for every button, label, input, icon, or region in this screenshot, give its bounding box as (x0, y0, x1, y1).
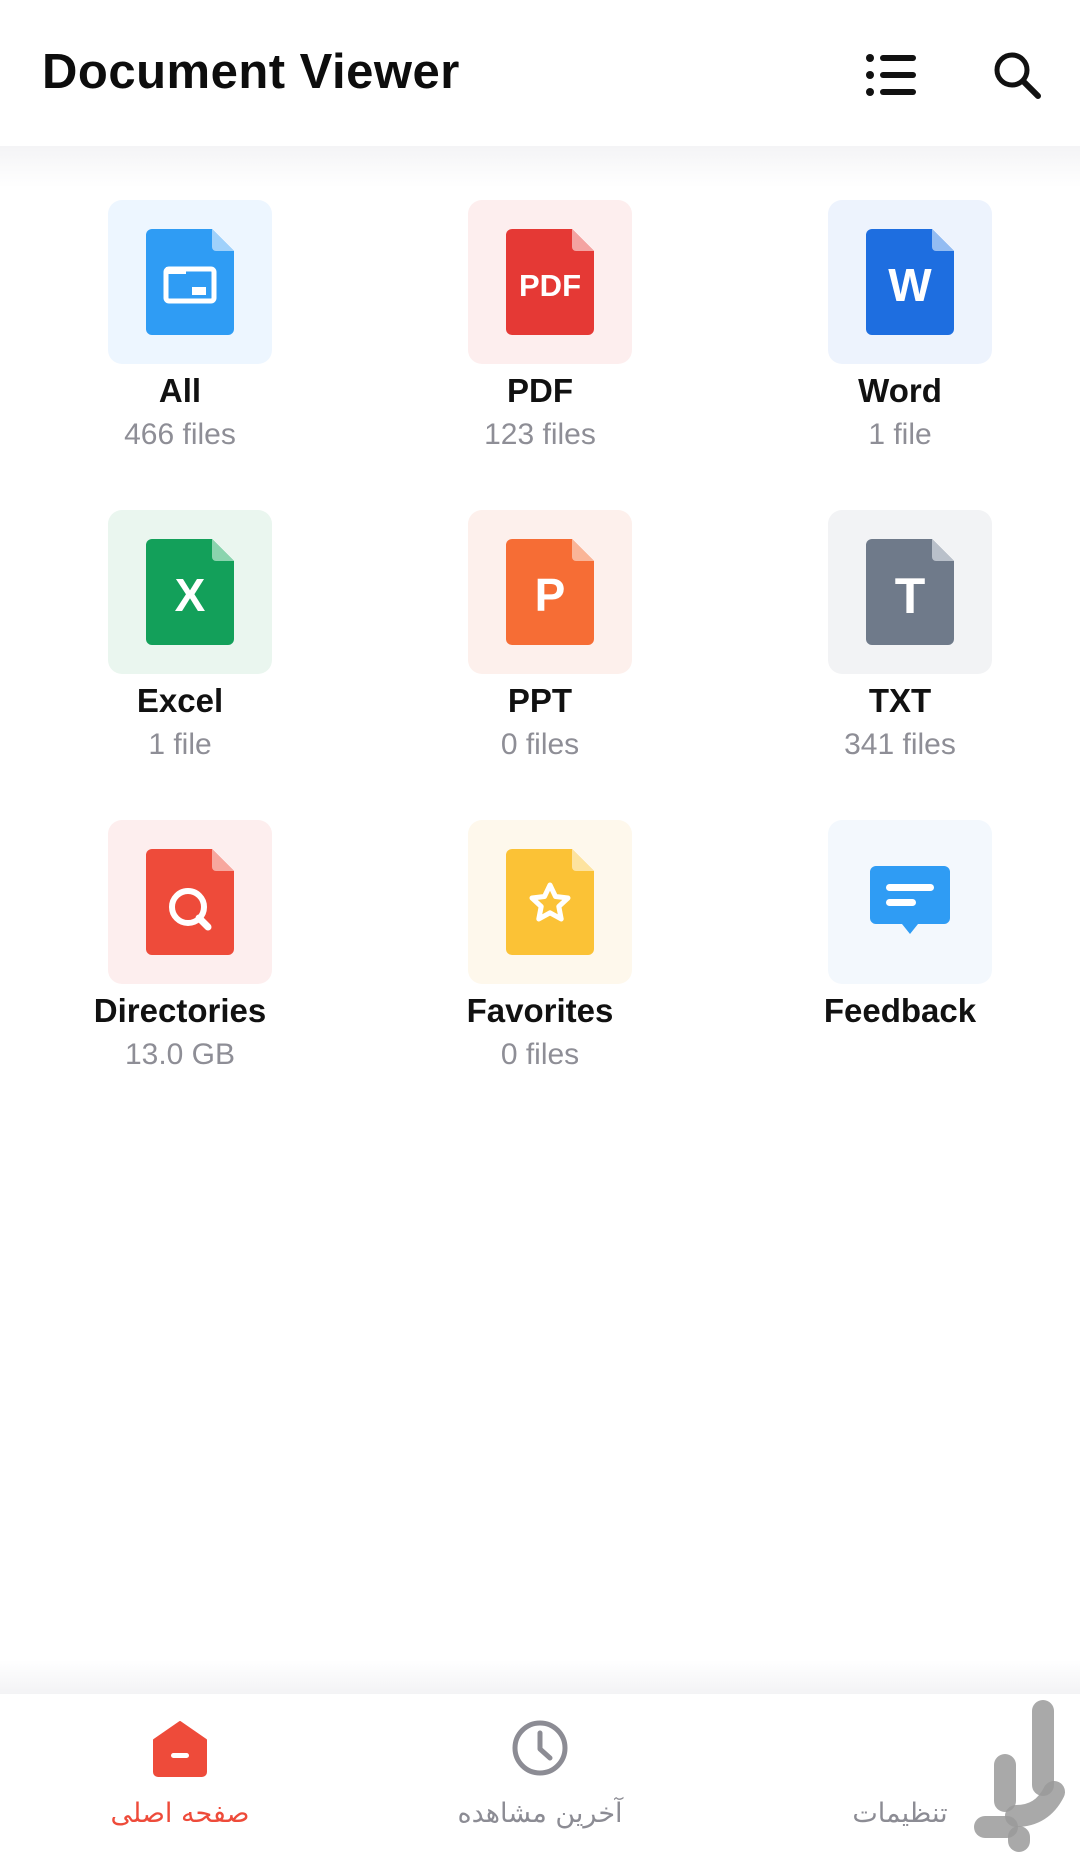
txt-glyph: T (895, 568, 926, 624)
category-icon-box (108, 200, 272, 364)
page-title: Document Viewer (42, 45, 460, 99)
category-count: 123 files (484, 418, 596, 451)
category-name: TXT (868, 682, 932, 719)
excel-glyph: X (175, 569, 206, 621)
category-favorites[interactable]: Favorites 0 files (390, 820, 690, 1110)
category-name: All (158, 372, 202, 409)
nav-recent[interactable]: آخرین مشاهده (360, 1694, 720, 1856)
pdf-file-icon: PDF (506, 229, 594, 335)
category-name: PDF (507, 372, 573, 409)
list-icon (866, 54, 916, 96)
ppt-file-icon: P (506, 539, 594, 645)
category-pdf[interactable]: PDF PDF 123 files (390, 200, 690, 490)
header-shadow (0, 146, 1080, 188)
category-count: 1 file (868, 418, 932, 451)
nav-label: صفحه اصلی (110, 1798, 250, 1829)
app-bar: Document Viewer (0, 0, 1080, 146)
category-txt[interactable]: T TXT 341 files (750, 510, 1050, 800)
category-name: Excel (136, 682, 224, 719)
ppt-glyph: P (535, 569, 566, 621)
category-count: 0 files (500, 1038, 580, 1071)
nav-home[interactable]: صفحه اصلی (0, 1694, 360, 1856)
category-excel[interactable]: X Excel 1 file (30, 510, 330, 800)
folder-file-icon (146, 229, 234, 335)
category-ppt[interactable]: P PPT 0 files (390, 510, 690, 800)
search-button[interactable] (982, 40, 1052, 110)
category-word[interactable]: W Word 1 file (750, 200, 1050, 490)
txt-file-icon: T (866, 539, 954, 645)
directory-search-icon (146, 849, 234, 955)
category-icon-box (468, 820, 632, 984)
search-icon (994, 52, 1041, 99)
category-icon-box: X (108, 510, 272, 674)
category-count: 0 files (500, 728, 580, 761)
category-count: 341 files (844, 728, 956, 761)
category-icon-box (828, 820, 992, 984)
category-icon-box: P (468, 510, 632, 674)
category-icon-box: PDF (468, 200, 632, 364)
feedback-chat-icon (870, 866, 950, 934)
category-name: Word (858, 372, 942, 409)
category-feedback[interactable]: Feedback (750, 820, 1050, 1110)
word-file-icon: W (866, 229, 954, 335)
word-glyph: W (888, 259, 932, 311)
category-name: Directories (93, 992, 267, 1029)
category-name: Feedback (823, 992, 977, 1029)
category-icon-box (108, 820, 272, 984)
store-logo-watermark (974, 1700, 1065, 1852)
category-count: 13.0 GB (124, 1038, 236, 1071)
list-view-button[interactable] (856, 40, 926, 110)
category-count: 466 files (124, 418, 236, 451)
category-icon-box: W (828, 200, 992, 364)
clock-icon (512, 1720, 568, 1776)
bottom-nav-shadow (0, 1660, 1080, 1694)
category-directories[interactable]: Directories 13.0 GB (30, 820, 330, 1110)
category-count: 1 file (148, 728, 212, 761)
home-icon (153, 1721, 207, 1777)
category-all[interactable]: All 466 files (30, 200, 330, 490)
pdf-glyph: PDF (519, 268, 581, 303)
category-icon-box: T (828, 510, 992, 674)
category-name: Favorites (466, 992, 614, 1029)
bottom-nav: صفحه اصلی آخرین مشاهده تنظیمات (0, 1694, 1080, 1856)
excel-file-icon: X (146, 539, 234, 645)
favorites-star-icon (506, 849, 594, 955)
nav-label: آخرین مشاهده (457, 1798, 623, 1829)
category-name: PPT (507, 682, 573, 719)
